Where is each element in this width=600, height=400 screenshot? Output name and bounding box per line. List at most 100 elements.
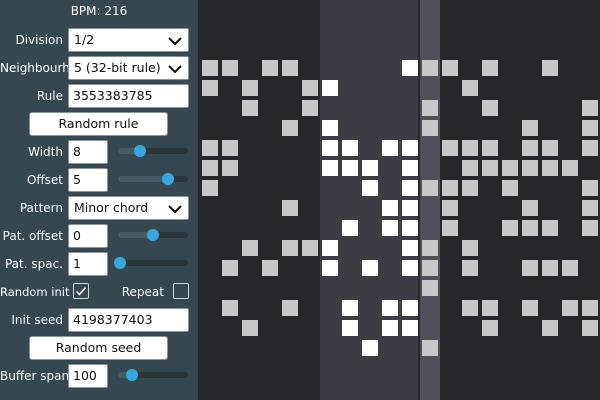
automaton-grid[interactable]: [198, 0, 600, 400]
neighbourhood-value: 5 (32-bit rule): [74, 60, 161, 75]
grid-cell: [482, 300, 498, 316]
grid-cell: [462, 140, 478, 156]
grid-cell: [382, 300, 398, 316]
buffer-span-slider-thumb[interactable]: [126, 369, 138, 381]
grid-cell: [422, 100, 438, 116]
grid-cell: [362, 260, 378, 276]
chevron-down-icon: [168, 65, 182, 73]
grid-cell: [262, 60, 278, 76]
grid-cell: [242, 80, 258, 96]
division-label: Division: [15, 33, 63, 47]
grid-cell: [402, 220, 418, 236]
grid-cell: [322, 80, 338, 96]
grid-cell: [582, 120, 598, 136]
grid-cell: [242, 100, 258, 116]
pattern-select[interactable]: Minor chord: [68, 196, 189, 220]
grid-cell: [382, 200, 398, 216]
grid-cell: [342, 320, 358, 336]
pat-offset-slider-thumb[interactable]: [147, 229, 159, 241]
grid-cell: [402, 200, 418, 216]
neighbourhood-label: Neighbourh.: [0, 61, 74, 75]
pat-offset-slider[interactable]: [118, 229, 188, 241]
grid-cell: [322, 160, 338, 176]
grid-cell: [402, 260, 418, 276]
grid-cell: [302, 80, 318, 96]
offset-slider[interactable]: [118, 173, 188, 185]
grid-cell: [542, 160, 558, 176]
grid-cell: [582, 100, 598, 116]
rule-label: Rule: [36, 89, 63, 103]
width-label: Width: [28, 145, 63, 159]
pat-spacing-label: Pat. spac.: [4, 257, 63, 271]
grid-cell: [482, 320, 498, 336]
rule-input[interactable]: 3553383785: [68, 84, 189, 108]
grid-cell: [582, 320, 598, 336]
grid-cell: [382, 320, 398, 336]
grid-cell: [342, 300, 358, 316]
grid-cell: [202, 180, 218, 196]
buffer-span-slider[interactable]: [118, 369, 188, 381]
random-rule-button[interactable]: Random rule: [29, 112, 168, 136]
grid-cell: [442, 60, 458, 76]
grid-cell: [282, 200, 298, 216]
pat-spacing-input[interactable]: 1: [68, 252, 108, 276]
grid-cell: [262, 260, 278, 276]
repeat-checkbox[interactable]: [173, 283, 189, 299]
grid-cell: [402, 180, 418, 196]
random-seed-button[interactable]: Random seed: [29, 336, 168, 360]
grid-cell: [302, 100, 318, 116]
grid-cell: [362, 160, 378, 176]
pat-spacing-slider-thumb[interactable]: [114, 257, 126, 269]
pat-offset-input[interactable]: 0: [68, 224, 108, 248]
init-seed-label: Init seed: [11, 313, 63, 327]
buffer-span-input[interactable]: 100: [68, 364, 108, 388]
pat-spacing-slider[interactable]: [114, 257, 188, 269]
offset-slider-thumb[interactable]: [161, 173, 174, 185]
grid-cell: [322, 260, 338, 276]
grid-cell: [582, 180, 598, 196]
grid-cell: [582, 200, 598, 216]
grid-cell: [342, 160, 358, 176]
init-seed-input[interactable]: 4198377403: [68, 308, 189, 332]
grid-cell: [522, 200, 538, 216]
grid-cell: [522, 140, 538, 156]
grid-cell: [222, 60, 238, 76]
grid-cell: [342, 140, 358, 156]
pattern-value: Minor chord: [74, 200, 149, 215]
grid-cell: [242, 240, 258, 256]
grid-cell: [562, 160, 578, 176]
grid-cell: [202, 140, 218, 156]
grid-cell: [442, 140, 458, 156]
grid-cell: [302, 240, 318, 256]
random-init-checkbox[interactable]: [73, 283, 89, 299]
width-input[interactable]: 8: [68, 140, 108, 164]
grid-cell: [522, 260, 538, 276]
neighbourhood-select[interactable]: 5 (32-bit rule): [68, 56, 189, 80]
offset-input[interactable]: 5: [68, 168, 108, 192]
grid-cell: [462, 260, 478, 276]
grid-cell: [502, 160, 518, 176]
width-slider-thumb[interactable]: [134, 145, 147, 157]
grid-cell: [242, 320, 258, 336]
grid-cell: [482, 60, 498, 76]
offset-slider-fill: [118, 176, 168, 182]
grid-cell: [222, 260, 238, 276]
grid-cell: [402, 140, 418, 156]
grid-cell: [422, 280, 438, 296]
division-select[interactable]: 1/2: [68, 28, 189, 52]
grid-cell: [582, 220, 598, 236]
width-slider[interactable]: [118, 145, 188, 157]
grid-cell: [542, 320, 558, 336]
grid-cell: [222, 140, 238, 156]
grid-cell: [482, 100, 498, 116]
grid-cell: [382, 140, 398, 156]
grid-cell: [522, 120, 538, 136]
bpm-display: BPM: 216: [70, 4, 128, 18]
grid-cell: [482, 160, 498, 176]
grid-cell: [322, 240, 338, 256]
grid-cell: [462, 180, 478, 196]
grid-cell: [442, 200, 458, 216]
grid-cell: [402, 320, 418, 336]
buffer-span-label: Buffer span: [0, 369, 70, 383]
grid-cell: [442, 220, 458, 236]
